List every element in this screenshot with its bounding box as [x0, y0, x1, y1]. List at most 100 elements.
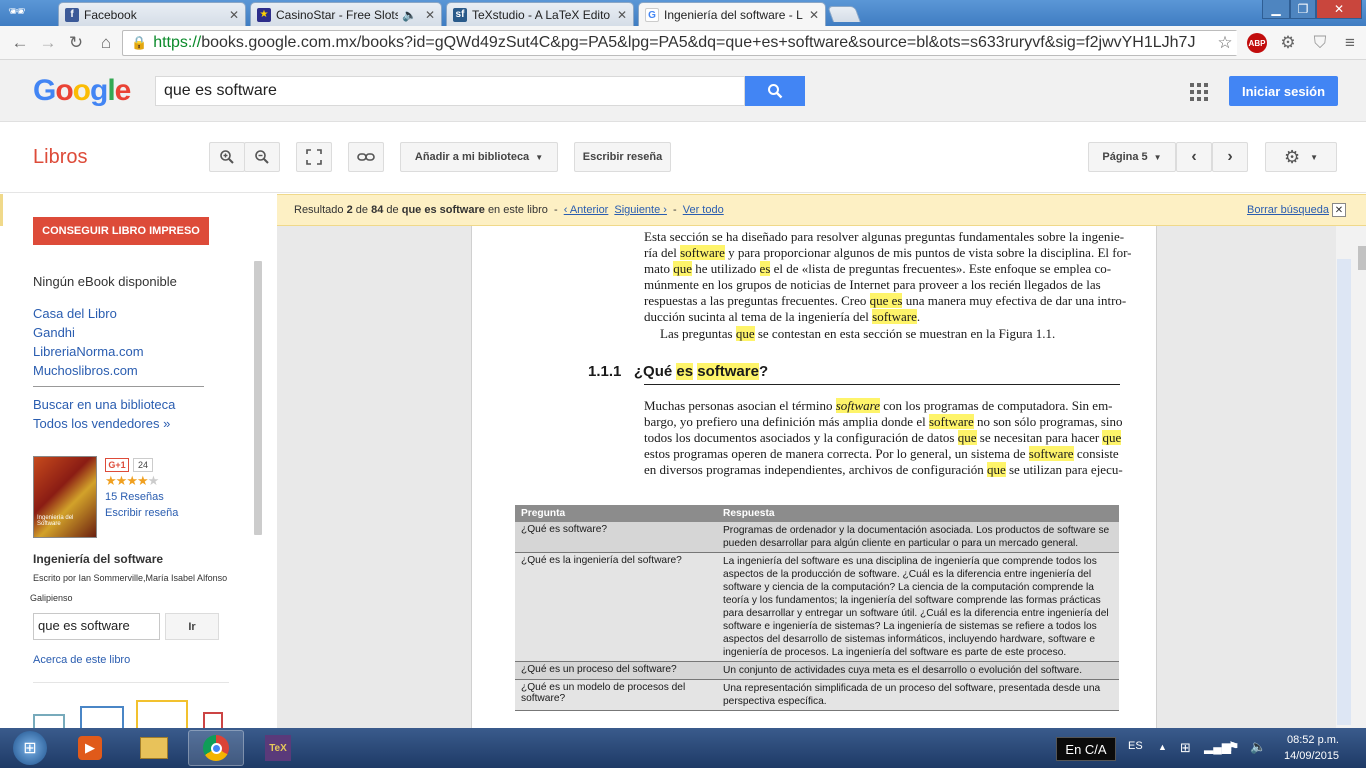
- add-library-button[interactable]: Añadir a mi biblioteca ▼: [400, 142, 558, 172]
- about-book-link[interactable]: Acerca de este libro: [33, 654, 130, 666]
- store-link[interactable]: LibreriaNorma.com: [33, 344, 144, 359]
- back-icon[interactable]: ←: [8, 31, 32, 55]
- url-scheme: https://: [153, 34, 202, 51]
- media-player-icon[interactable]: ▶: [62, 730, 118, 766]
- close-icon[interactable]: ✕: [425, 8, 435, 22]
- tab-texstudio[interactable]: sf TeXstudio - A LaTeX Edito ✕: [446, 2, 634, 26]
- sidebar-scrollbar[interactable]: [254, 261, 262, 535]
- faq-table: Pregunta Respuesta ¿Qué es software? Prog…: [515, 505, 1119, 711]
- store-link[interactable]: Gandhi: [33, 325, 75, 340]
- book-cover[interactable]: Ingeniería del Software: [33, 456, 97, 538]
- page-select[interactable]: Página 5 ▼: [1088, 142, 1176, 172]
- fullscreen-button[interactable]: [296, 142, 332, 172]
- zoom-in-icon: [220, 150, 234, 164]
- result-de: de: [386, 204, 399, 216]
- clock-time[interactable]: 08:52 p.m.: [1287, 734, 1339, 746]
- action-center-icon[interactable]: ⊞: [1180, 740, 1191, 756]
- page-text-line: todos los documentos asociados y la conf…: [644, 430, 1122, 445]
- page-text-line: Muchas personas asocian el término softw…: [644, 398, 1113, 413]
- forward-icon[interactable]: →: [36, 31, 60, 55]
- keyboard-layout[interactable]: ES: [1128, 740, 1143, 752]
- related-thumbnail[interactable]: [203, 712, 223, 728]
- search-input[interactable]: que es software: [155, 76, 745, 106]
- tab-casinostar[interactable]: ★ CasinoStar - Free Slots 🔈 ✕: [250, 2, 442, 26]
- go-button[interactable]: Ir: [165, 613, 219, 640]
- prev-result-link[interactable]: ‹ Anterior: [564, 204, 609, 216]
- extension-shield-icon[interactable]: ⛉: [1308, 31, 1332, 55]
- google-header: Google que es software Iniciar sesión: [0, 60, 1366, 122]
- in-book-search-input[interactable]: que es software: [33, 613, 160, 640]
- tab-title: Ingeniería del software - L: [664, 8, 803, 22]
- maximize-button[interactable]: ❐: [1290, 0, 1316, 19]
- chrome-icon[interactable]: [188, 730, 244, 766]
- related-thumbnail[interactable]: [136, 700, 188, 728]
- result-number: 2: [346, 204, 353, 216]
- minimize-button[interactable]: ▁: [1262, 0, 1290, 19]
- reviews-link[interactable]: 15 Reseñas: [105, 491, 164, 503]
- related-thumbnail[interactable]: [33, 714, 65, 728]
- file-explorer-icon[interactable]: [126, 730, 182, 766]
- store-link[interactable]: Muchoslibros.com: [33, 363, 138, 378]
- related-thumbnail[interactable]: [80, 706, 124, 728]
- start-button[interactable]: ⊞: [4, 730, 56, 766]
- scrollbar-thumb[interactable]: [1358, 246, 1366, 270]
- close-icon[interactable]: ✕: [1332, 203, 1346, 217]
- prev-page-button[interactable]: ‹: [1176, 142, 1212, 172]
- zoom-out-icon: [255, 150, 269, 164]
- write-review-link[interactable]: Escribir reseña: [105, 507, 178, 519]
- bookmark-star-icon[interactable]: ☆: [1213, 31, 1237, 55]
- store-link[interactable]: Casa del Libro: [33, 306, 117, 321]
- new-tab-button[interactable]: [827, 6, 861, 22]
- zoom-in-button[interactable]: [209, 142, 245, 172]
- zoom-out-button[interactable]: [244, 142, 280, 172]
- signin-button[interactable]: Iniciar sesión: [1229, 76, 1338, 106]
- find-library-link[interactable]: Buscar en una biblioteca: [33, 397, 175, 412]
- tab-facebook[interactable]: f Facebook ✕: [58, 2, 246, 26]
- close-window-button[interactable]: ✕: [1316, 0, 1362, 19]
- gplus-button[interactable]: G+1: [105, 458, 129, 472]
- search-button[interactable]: [745, 76, 805, 106]
- clock-date[interactable]: 14/09/2015: [1284, 750, 1339, 762]
- texstudio-taskbar-icon[interactable]: TeX: [250, 730, 306, 766]
- adblock-icon[interactable]: ABP: [1245, 31, 1269, 55]
- all-sellers-link[interactable]: Todos los vendedores »: [33, 416, 170, 431]
- tab-ingenieria[interactable]: G Ingeniería del software - L ✕: [638, 2, 826, 27]
- volume-icon[interactable]: 🔈: [1250, 739, 1266, 755]
- language-indicator[interactable]: En C/A: [1056, 737, 1116, 761]
- link-button[interactable]: [348, 142, 384, 172]
- table-header-cell: Respuesta: [723, 508, 775, 519]
- add-library-label: Añadir a mi biblioteca: [414, 151, 530, 163]
- page-thumbnail-strip[interactable]: [1337, 259, 1351, 725]
- tab-title: CasinoStar - Free Slots: [276, 7, 398, 22]
- write-review-button[interactable]: Escribir reseña: [574, 142, 671, 172]
- buy-print-button[interactable]: CONSEGUIR LIBRO IMPRESO: [33, 217, 209, 245]
- menu-icon[interactable]: ≡: [1338, 31, 1362, 55]
- address-bar[interactable]: 🔒 https://books.google.com.mx/books?id=g…: [122, 30, 1237, 56]
- next-result-link[interactable]: Siguiente ›: [614, 204, 667, 216]
- page-text-line: mato que he utilizado es el de «lista de…: [644, 261, 1112, 276]
- browser-menu-icon[interactable]: 🕶: [8, 3, 44, 23]
- section-title[interactable]: Libros: [33, 146, 87, 169]
- question-cell: ¿Qué es un proceso del software?: [521, 664, 677, 675]
- book-viewer[interactable]: Esta sección se ha diseñado para resolve…: [277, 226, 1336, 728]
- windows-taskbar: ⊞ ▶ TeX En C/A ES ▲ ⊞ ▂▄▆ ⚑ 🔈 08:52 p.m.…: [0, 728, 1366, 768]
- tray-expand-icon[interactable]: ▲: [1158, 742, 1167, 752]
- extension-film-icon[interactable]: ⚙: [1276, 31, 1300, 55]
- gplus-count: 24: [133, 458, 154, 472]
- close-icon[interactable]: ✕: [617, 8, 627, 22]
- next-page-button[interactable]: ›: [1212, 142, 1248, 172]
- home-icon[interactable]: ⌂: [94, 31, 118, 55]
- section-title-part: ¿Qué: [633, 363, 673, 380]
- casino-icon: ★: [257, 7, 271, 22]
- signal-icon[interactable]: ▂▄▆: [1204, 740, 1231, 754]
- flag-icon[interactable]: ⚑: [1228, 739, 1240, 755]
- clear-search-link[interactable]: Borrar búsqueda: [1247, 204, 1329, 216]
- reload-icon[interactable]: ↻: [64, 31, 88, 55]
- divider: [33, 386, 204, 387]
- close-icon[interactable]: ✕: [229, 8, 239, 22]
- google-logo[interactable]: Google: [33, 74, 131, 108]
- apps-grid-icon[interactable]: [1190, 83, 1208, 101]
- close-icon[interactable]: ✕: [809, 8, 819, 22]
- view-all-link[interactable]: Ver todo: [683, 204, 724, 216]
- settings-button[interactable]: ⚙ ▼: [1265, 142, 1337, 172]
